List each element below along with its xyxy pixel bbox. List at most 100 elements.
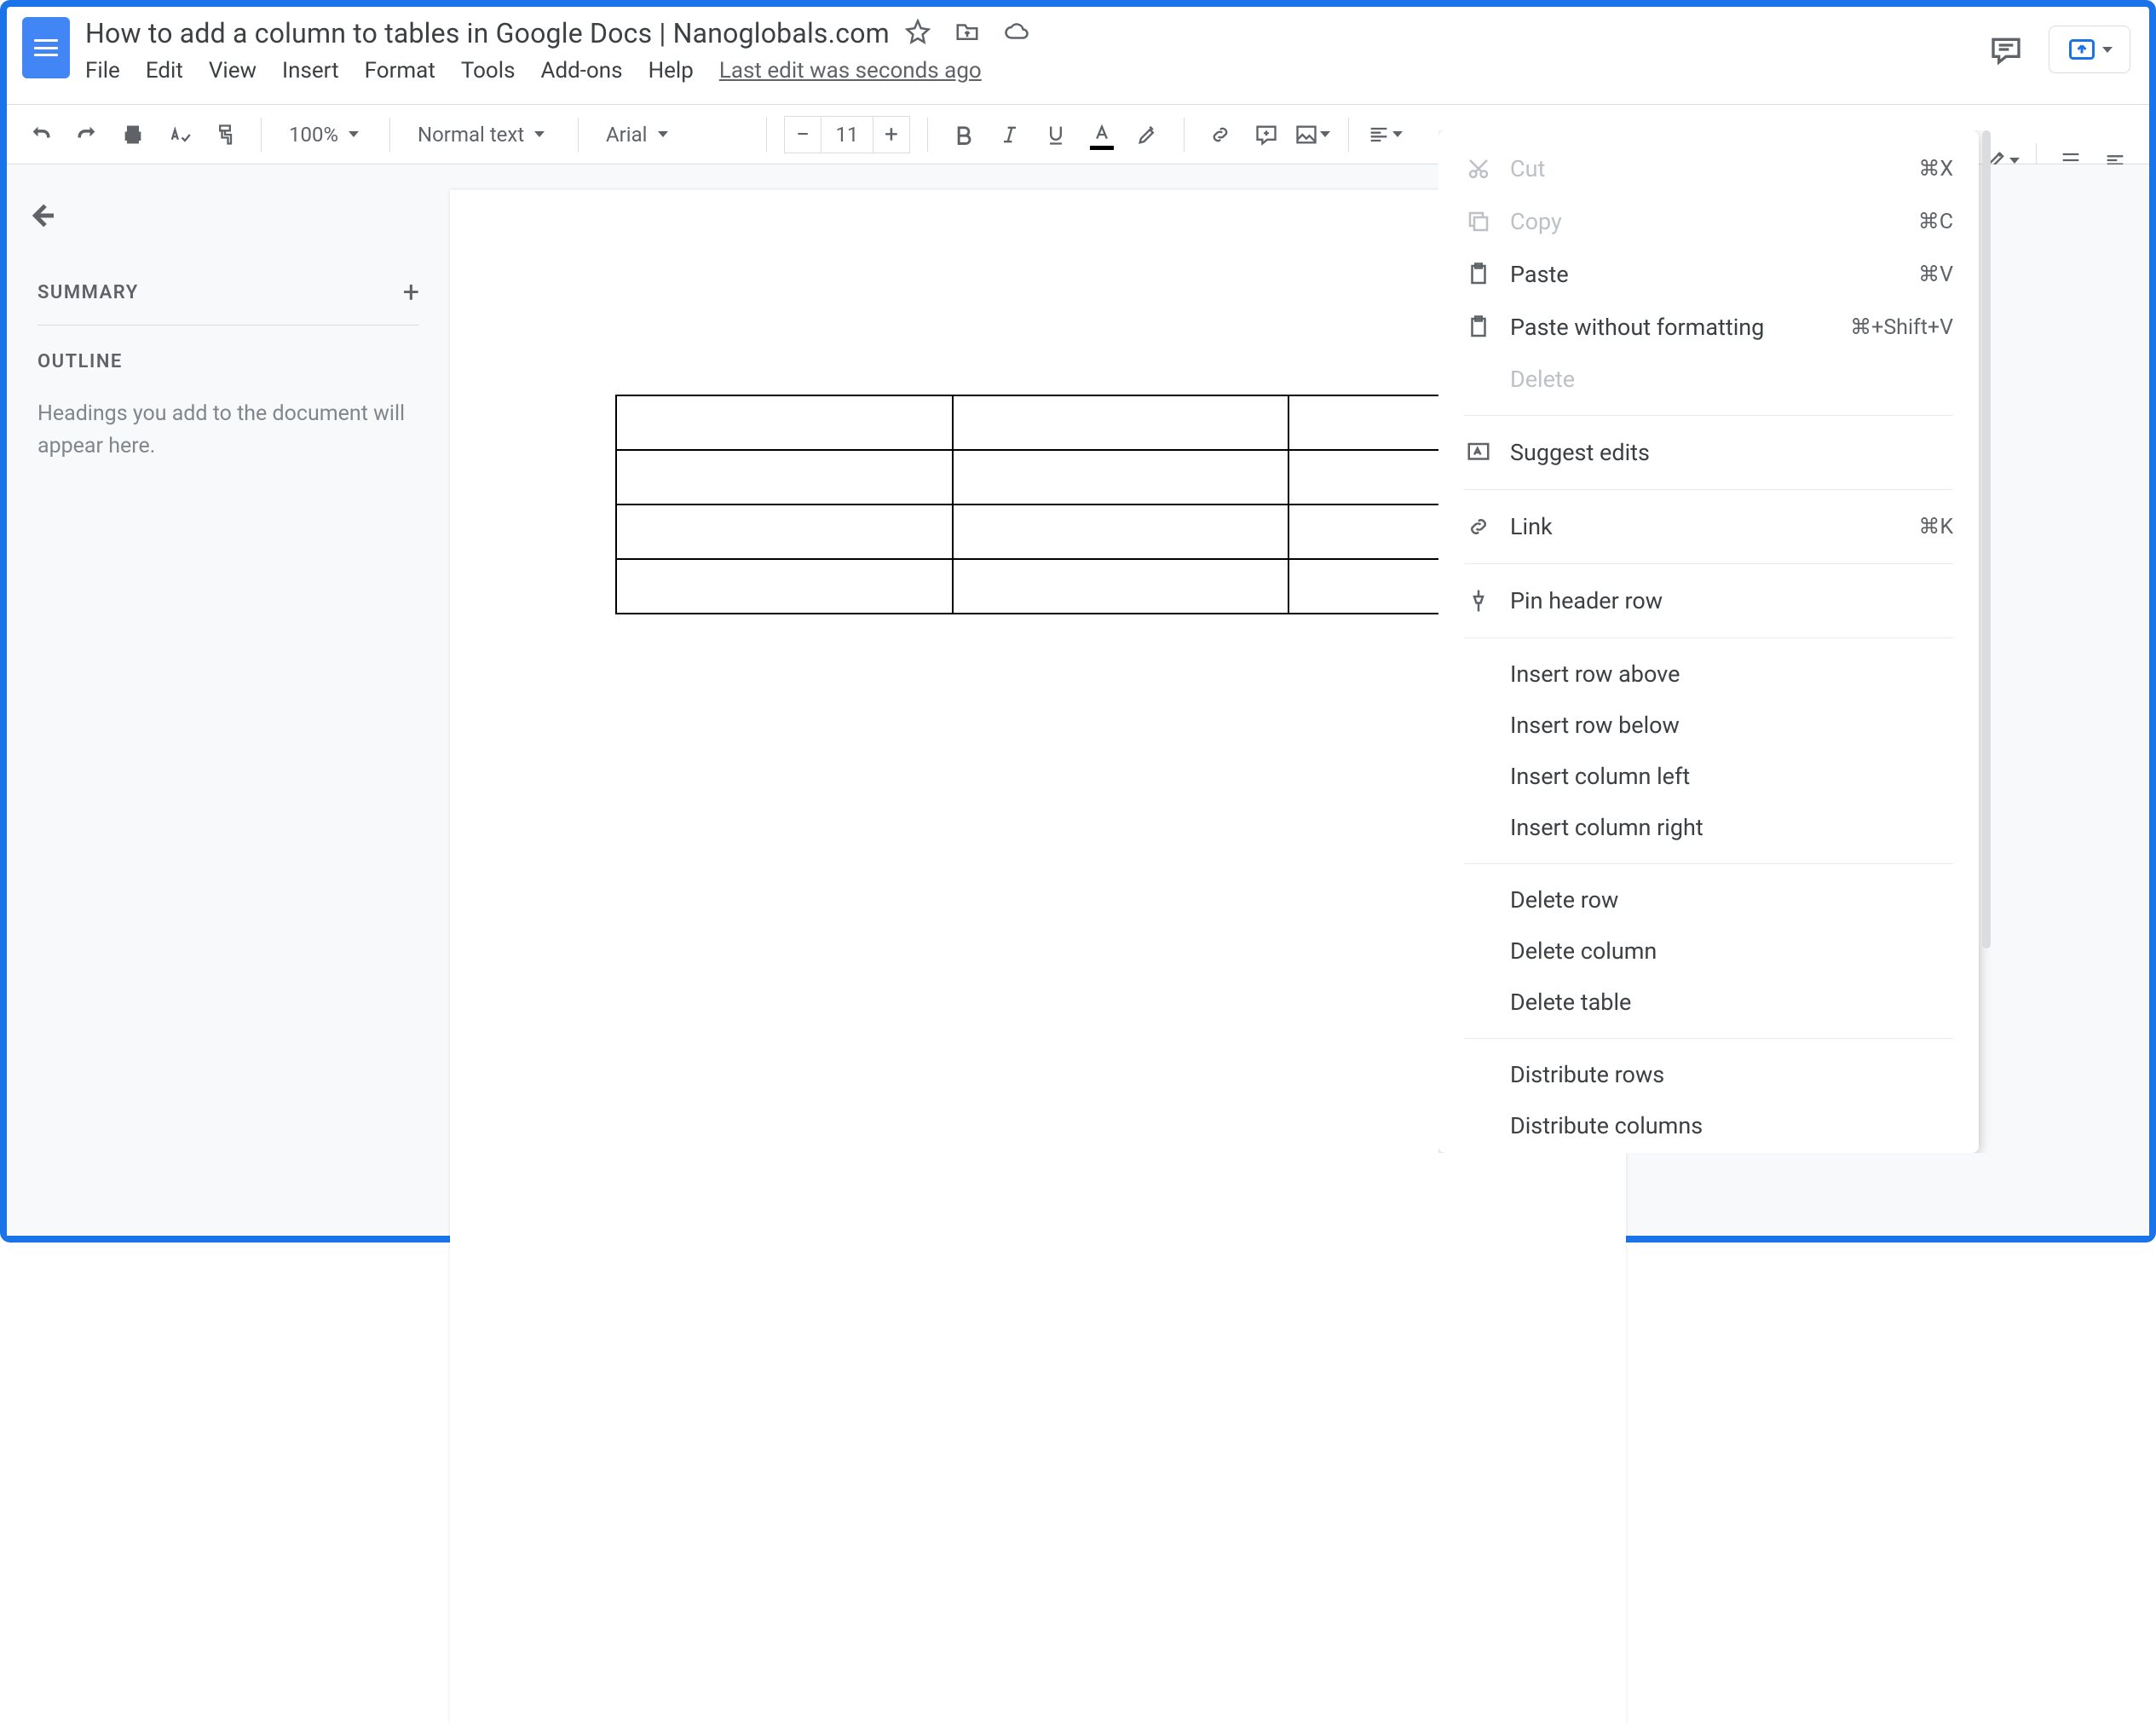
- titlebar: How to add a column to tables in Google …: [7, 7, 2149, 105]
- context-menu-item-distribute-columns[interactable]: Distribute columns: [1438, 1100, 1979, 1151]
- context-menu-item-shortcut: ⌘+Shift+V: [1850, 314, 1953, 340]
- context-menu[interactable]: Cut ⌘X Copy ⌘C Paste ⌘V Paste without formatti…: [1438, 130, 1979, 1153]
- context-menu-item-label: Pin header row: [1510, 587, 1953, 614]
- context-menu-item-shortcut: ⌘X: [1918, 156, 1953, 182]
- context-menu-scrollbar[interactable]: [1979, 130, 1992, 1153]
- context-menu-item-insert-row-above[interactable]: Insert row above: [1438, 649, 1979, 700]
- context-menu-separator: [1464, 415, 1953, 416]
- copy-icon: [1464, 207, 1493, 236]
- context-menu-item-distribute-rows[interactable]: Distribute rows: [1438, 1049, 1979, 1100]
- underline-button[interactable]: [1037, 116, 1075, 153]
- italic-button[interactable]: [991, 116, 1029, 153]
- add-comment-button[interactable]: [1248, 116, 1285, 153]
- context-menu-item-label: Link: [1510, 513, 1901, 540]
- bold-button[interactable]: [945, 116, 983, 153]
- context-menu-item-paste-without-formatting[interactable]: Paste without formatting ⌘+Shift+V: [1438, 301, 1979, 354]
- paragraph-style-select[interactable]: Normal text: [407, 123, 561, 147]
- paste-icon: [1464, 313, 1493, 342]
- context-menu-item-label: Delete column: [1510, 937, 1953, 965]
- context-menu-item-insert-row-below[interactable]: Insert row below: [1438, 700, 1979, 751]
- outline-heading: OUTLINE: [37, 351, 419, 372]
- context-menu-item-label: Insert column right: [1510, 814, 1953, 841]
- cloud-status-icon[interactable]: [1004, 19, 1029, 48]
- font-size-value[interactable]: 11: [821, 116, 873, 153]
- undo-button[interactable]: [22, 116, 60, 153]
- outline-placeholder-text: Headings you add to the document will ap…: [37, 398, 419, 462]
- menubar: File Edit View Insert Format Tools Add-o…: [85, 58, 1029, 84]
- menu-tools[interactable]: Tools: [461, 58, 516, 84]
- add-summary-button[interactable]: +: [403, 275, 419, 309]
- font-size-increase-button[interactable]: +: [873, 116, 910, 153]
- insert-link-button[interactable]: [1202, 116, 1239, 153]
- menu-view[interactable]: View: [209, 58, 257, 84]
- context-menu-item-cut: Cut ⌘X: [1438, 142, 1979, 195]
- spellcheck-button[interactable]: [160, 116, 198, 153]
- context-menu-item-label: Paste without formatting: [1510, 314, 1833, 341]
- context-menu-item-paste[interactable]: Paste ⌘V: [1438, 248, 1979, 301]
- paste-icon: [1464, 260, 1493, 289]
- menu-insert[interactable]: Insert: [282, 58, 339, 84]
- cut-icon: [1464, 154, 1493, 183]
- context-menu-separator: [1464, 637, 1953, 638]
- last-edit-link[interactable]: Last edit was seconds ago: [719, 58, 982, 84]
- move-icon[interactable]: [954, 19, 980, 48]
- menu-help[interactable]: Help: [649, 58, 694, 84]
- font-select[interactable]: Arial: [596, 123, 749, 147]
- context-menu-container: Cut ⌘X Copy ⌘C Paste ⌘V Paste without formatti…: [1438, 130, 1992, 1153]
- context-menu-item-shortcut: ⌘V: [1918, 262, 1953, 287]
- text-color-button[interactable]: [1083, 116, 1121, 153]
- highlight-button[interactable]: [1129, 116, 1167, 153]
- print-button[interactable]: [114, 116, 152, 153]
- context-menu-item-label: Paste: [1510, 261, 1901, 288]
- present-share-button[interactable]: [2049, 26, 2130, 73]
- menu-edit[interactable]: Edit: [146, 58, 183, 84]
- menu-file[interactable]: File: [85, 58, 120, 84]
- context-menu-item-shortcut: ⌘C: [1918, 209, 1953, 234]
- context-menu-item-delete-table[interactable]: Delete table: [1438, 977, 1979, 1028]
- context-menu-separator: [1464, 1038, 1953, 1039]
- context-menu-item-label: Delete: [1510, 366, 1953, 393]
- context-menu-item-label: Insert row below: [1510, 712, 1953, 739]
- context-menu-item-delete: Delete: [1438, 354, 1979, 405]
- context-menu-item-delete-column[interactable]: Delete column: [1438, 925, 1979, 977]
- context-menu-separator: [1464, 563, 1953, 564]
- link-icon: [1464, 512, 1493, 541]
- pin-icon: [1464, 586, 1493, 615]
- context-menu-item-label: Delete table: [1510, 989, 1953, 1016]
- context-menu-item-label: Insert row above: [1510, 660, 1953, 688]
- align-button[interactable]: [1366, 116, 1404, 153]
- menu-format[interactable]: Format: [365, 58, 435, 84]
- context-menu-item-suggest-edits[interactable]: Suggest edits: [1438, 426, 1979, 479]
- context-menu-item-label: Copy: [1510, 208, 1901, 235]
- context-menu-separator: [1464, 489, 1953, 490]
- docs-logo-icon[interactable]: [22, 17, 70, 78]
- star-icon[interactable]: [905, 19, 931, 48]
- font-size-decrease-button[interactable]: −: [784, 116, 821, 153]
- context-menu-item-label: Suggest edits: [1510, 439, 1953, 466]
- context-menu-item-label: Distribute columns: [1510, 1112, 1953, 1139]
- suggest-icon: [1464, 438, 1493, 467]
- context-menu-item-insert-column-right[interactable]: Insert column right: [1438, 802, 1979, 853]
- paint-format-button[interactable]: [206, 116, 244, 153]
- zoom-select[interactable]: 100%: [279, 123, 372, 147]
- font-size-stepper: − 11 +: [784, 116, 910, 153]
- menu-addons[interactable]: Add-ons: [541, 58, 623, 84]
- scrollbar-thumb[interactable]: [1982, 130, 1991, 948]
- context-menu-item-copy: Copy ⌘C: [1438, 195, 1979, 248]
- collapse-outline-button[interactable]: [24, 199, 58, 236]
- context-menu-item-label: Cut: [1510, 155, 1901, 182]
- context-menu-item-link[interactable]: Link ⌘K: [1438, 500, 1979, 553]
- context-menu-item-label: Insert column left: [1510, 763, 1953, 790]
- open-comments-button[interactable]: [1982, 26, 2030, 73]
- document-title[interactable]: How to add a column to tables in Google …: [85, 17, 890, 49]
- dropdown-caret-icon: [2102, 47, 2113, 53]
- context-menu-item-insert-column-left[interactable]: Insert column left: [1438, 751, 1979, 802]
- context-menu-item-shortcut: ⌘K: [1918, 514, 1953, 539]
- context-menu-separator: [1464, 863, 1953, 864]
- context-menu-item-pin-header-row[interactable]: Pin header row: [1438, 574, 1979, 627]
- insert-image-button[interactable]: [1294, 116, 1331, 153]
- context-menu-item-delete-row[interactable]: Delete row: [1438, 874, 1979, 925]
- context-menu-item-label: Delete row: [1510, 886, 1953, 914]
- redo-button[interactable]: [68, 116, 106, 153]
- outline-sidebar: SUMMARY + OUTLINE Headings you add to th…: [7, 164, 450, 1236]
